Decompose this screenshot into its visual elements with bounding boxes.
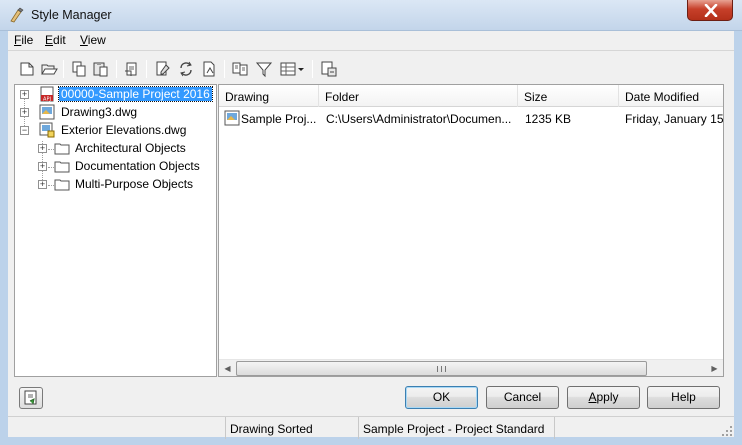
synchronize-button[interactable] bbox=[176, 59, 196, 79]
cell-size: 1235 KB bbox=[525, 112, 572, 126]
inspect-drawing-icon bbox=[24, 390, 37, 405]
cancel-button[interactable]: Cancel bbox=[486, 386, 559, 409]
view-options-icon bbox=[280, 62, 304, 76]
update-standards-icon bbox=[203, 61, 215, 77]
folder-icon bbox=[54, 161, 70, 173]
style-manager-icon bbox=[10, 7, 24, 23]
tree-item-label: Documentation Objects bbox=[75, 159, 200, 173]
toolbar bbox=[8, 57, 734, 81]
title-bar: Style Manager bbox=[0, 0, 742, 31]
toolbar-separator bbox=[146, 60, 147, 78]
purge-icon bbox=[125, 62, 137, 76]
paste-button[interactable] bbox=[91, 59, 111, 79]
close-button[interactable] bbox=[687, 0, 733, 21]
expand-toggle[interactable]: + bbox=[20, 90, 29, 99]
svg-text:APJ: APJ bbox=[43, 97, 51, 103]
tree-item-label: Exterior Elevations.dwg bbox=[61, 123, 187, 137]
column-header-drawing[interactable]: Drawing bbox=[219, 85, 319, 107]
tree-item-label: Multi-Purpose Objects bbox=[75, 177, 194, 191]
table-row[interactable]: Sample Proj... C:\Users\Administrator\Do… bbox=[219, 109, 723, 128]
menu-view[interactable]: View bbox=[80, 33, 106, 47]
menu-file[interactable]: File bbox=[14, 33, 33, 47]
expand-toggle[interactable]: + bbox=[20, 108, 29, 117]
toggle-view-button[interactable] bbox=[230, 59, 250, 79]
open-icon bbox=[41, 64, 58, 75]
project-icon: APJ bbox=[40, 86, 54, 103]
tree-item-label: Drawing3.dwg bbox=[61, 105, 138, 119]
filter-button[interactable] bbox=[254, 59, 274, 79]
tree-item-label: Architectural Objects bbox=[75, 141, 186, 155]
column-header-size[interactable]: Size bbox=[518, 85, 619, 107]
edit-style-button[interactable] bbox=[153, 59, 173, 79]
inspect-button[interactable] bbox=[319, 59, 339, 79]
view-options-button[interactable] bbox=[278, 59, 306, 79]
cell-drawing: Sample Proj... bbox=[241, 112, 317, 126]
tree-item-label: 00000-Sample Project 2016 bbox=[58, 86, 213, 102]
menu-bar: File Edit View bbox=[8, 31, 734, 50]
toolbar-separator bbox=[63, 60, 64, 78]
horizontal-scrollbar[interactable]: ◀ ▶ bbox=[219, 359, 723, 376]
toggle-view-icon bbox=[232, 62, 248, 76]
open-button[interactable] bbox=[39, 59, 59, 79]
menu-edit[interactable]: Edit bbox=[45, 33, 66, 47]
synchronize-icon bbox=[180, 61, 192, 77]
purge-button[interactable] bbox=[122, 59, 142, 79]
expand-toggle[interactable]: + bbox=[38, 180, 47, 189]
scroll-left-button[interactable]: ◀ bbox=[219, 360, 236, 376]
dialog-client: + APJ 00000-Sample Project 2016 + Drawin… bbox=[8, 50, 734, 439]
drawing-icon bbox=[39, 104, 55, 120]
edit-style-icon bbox=[156, 61, 170, 76]
cell-folder: C:\Users\Administrator\Documen... bbox=[326, 112, 512, 126]
ok-button[interactable]: OK bbox=[405, 386, 478, 409]
window-title: Style Manager bbox=[31, 8, 112, 22]
drawing-list[interactable]: Drawing Folder Size Date Modified Sample… bbox=[218, 84, 724, 377]
close-icon bbox=[704, 4, 718, 17]
toolbar-separator bbox=[116, 60, 117, 78]
cell-date-modified: Friday, January 15, 2 bbox=[625, 112, 723, 126]
toolbar-separator bbox=[312, 60, 313, 78]
expand-toggle[interactable]: + bbox=[38, 162, 47, 171]
copy-icon bbox=[72, 61, 86, 77]
status-cell-empty bbox=[8, 417, 225, 439]
inspect-drawing-button[interactable] bbox=[19, 387, 43, 409]
new-icon bbox=[20, 62, 34, 76]
status-bar: Drawing Sorted Sample Project - Project … bbox=[8, 416, 734, 439]
filter-icon bbox=[255, 62, 273, 78]
grip-icon bbox=[437, 366, 446, 372]
drawing-icon bbox=[224, 110, 240, 126]
new-button[interactable] bbox=[17, 59, 37, 79]
expand-toggle[interactable]: + bbox=[38, 144, 47, 153]
apply-button[interactable]: Apply bbox=[567, 386, 640, 409]
scrollbar-thumb[interactable] bbox=[236, 361, 647, 376]
help-button[interactable]: Help bbox=[647, 386, 720, 409]
inspect-icon bbox=[321, 61, 337, 77]
status-cell-trailing bbox=[554, 417, 734, 439]
scroll-right-button[interactable]: ▶ bbox=[706, 360, 723, 376]
drawing-lock-icon bbox=[39, 122, 55, 138]
collapse-toggle[interactable]: − bbox=[20, 126, 29, 135]
paste-icon bbox=[93, 62, 108, 77]
button-row: OK Cancel Apply Help bbox=[8, 381, 734, 413]
folder-icon bbox=[54, 143, 70, 155]
folder-icon bbox=[54, 179, 70, 191]
column-header-date-modified[interactable]: Date Modified bbox=[619, 85, 723, 107]
status-sort: Drawing Sorted bbox=[225, 417, 358, 439]
copy-button[interactable] bbox=[69, 59, 89, 79]
update-standards-button[interactable] bbox=[199, 59, 219, 79]
list-header: Drawing Folder Size Date Modified bbox=[219, 85, 723, 107]
toolbar-separator bbox=[224, 60, 225, 78]
column-header-folder[interactable]: Folder bbox=[319, 85, 518, 107]
resize-grip-icon[interactable] bbox=[721, 425, 733, 437]
status-standard: Sample Project - Project Standard bbox=[358, 417, 554, 439]
style-tree[interactable]: + APJ 00000-Sample Project 2016 + Drawin… bbox=[14, 84, 217, 377]
